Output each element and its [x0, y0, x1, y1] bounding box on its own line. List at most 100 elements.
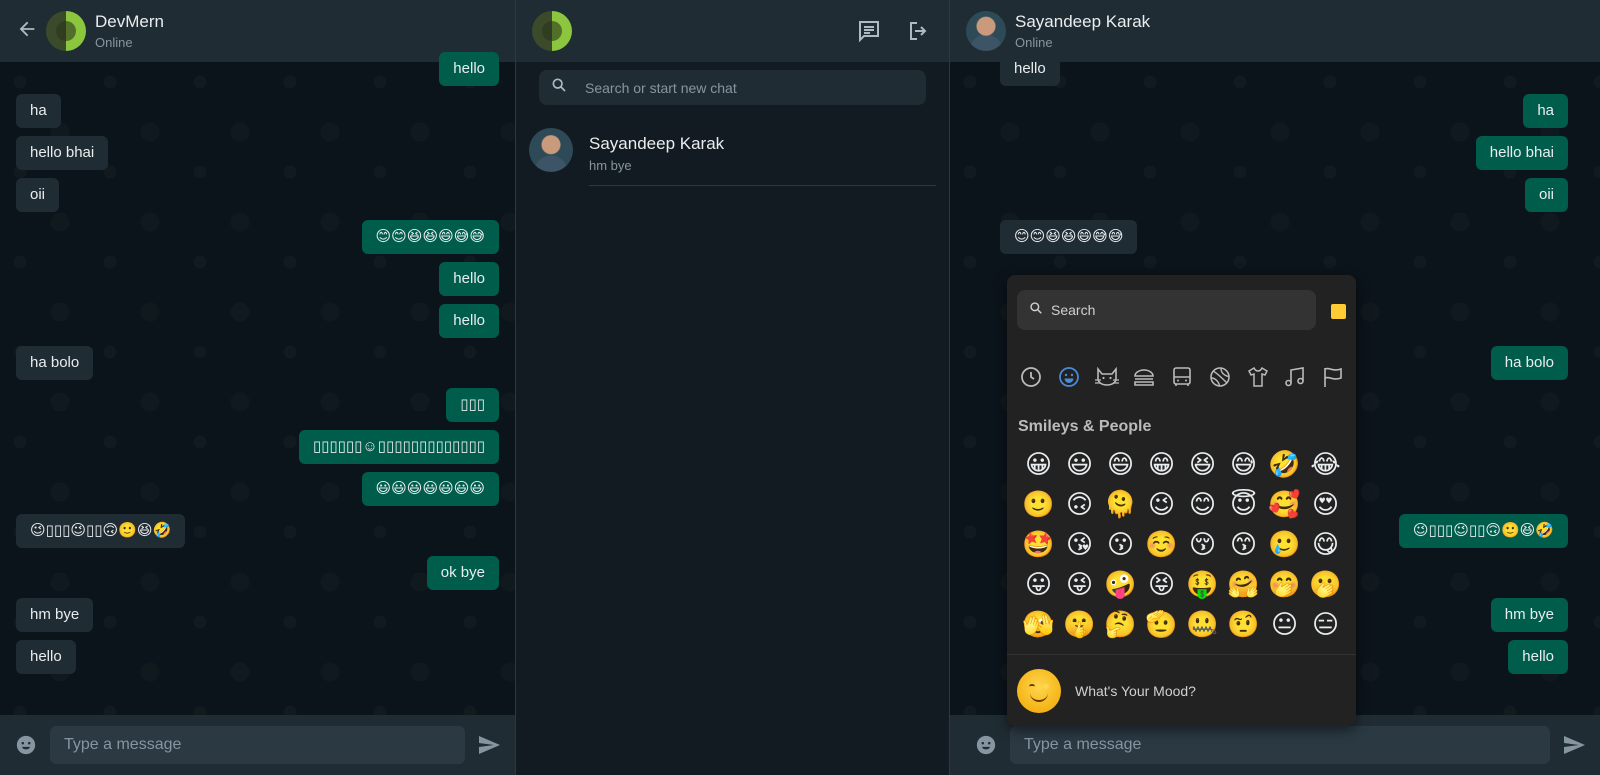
contact-list-item[interactable]: Sayandeep Karak hm bye [529, 124, 936, 186]
outgoing-message[interactable]: hello [439, 52, 499, 86]
outgoing-message[interactable]: ▯▯▯▯▯▯☺▯▯▯▯▯▯▯▯▯▯▯▯▯ [298, 430, 499, 464]
emoji-option[interactable]: 🤭 [1264, 565, 1305, 605]
message-row: hello bhai [1000, 136, 1568, 170]
message-input[interactable] [64, 736, 451, 754]
outgoing-message[interactable]: 😊😊😆😆😄😅😅 [361, 220, 499, 254]
emoji-option[interactable]: 🥲 [1264, 525, 1305, 565]
emoji-option[interactable]: 🤫 [1059, 605, 1100, 645]
bus-icon[interactable] [1168, 363, 1196, 391]
outgoing-message[interactable]: hello bhai [1475, 136, 1568, 170]
emoji-option[interactable]: 🤑 [1182, 565, 1223, 605]
emoji-option[interactable]: 😛 [1018, 565, 1059, 605]
message-input[interactable] [1024, 736, 1536, 754]
emoji-option[interactable]: ☺️ [1141, 525, 1182, 565]
outgoing-message[interactable]: oii [1524, 178, 1568, 212]
emoji-option[interactable]: 🤣 [1264, 445, 1305, 485]
emoji-option[interactable]: 🫣 [1018, 605, 1059, 645]
emoji-option[interactable]: 😐 [1264, 605, 1305, 645]
contact-status: Online [95, 35, 133, 50]
flag-icon[interactable] [1319, 363, 1347, 391]
back-arrow-icon[interactable] [14, 18, 40, 44]
emoji-option[interactable]: 😄 [1100, 445, 1141, 485]
incoming-message[interactable]: 😊😊😆😆😄😅😅 [1000, 220, 1138, 254]
emoji-option[interactable]: 🫠 [1100, 485, 1141, 525]
emoji-option[interactable]: 😍 [1305, 485, 1346, 525]
emoji-option[interactable]: 😚 [1182, 525, 1223, 565]
emoji-category-bar [1017, 363, 1347, 391]
ball-icon[interactable] [1206, 363, 1234, 391]
burger-icon[interactable] [1130, 363, 1158, 391]
search-icon [1029, 301, 1043, 320]
incoming-message[interactable]: 😉▯▯▯😉▯▯🙃🙂😆🤣 [16, 514, 186, 548]
outgoing-message[interactable]: hello [439, 304, 499, 338]
message-area[interactable]: hello ha hello bhai oii 😊😊😆😆😄😅😅 hello hello ha … [0, 52, 515, 715]
emoji-option[interactable]: 😑 [1305, 605, 1346, 645]
emoji-option[interactable]: 🤪 [1100, 565, 1141, 605]
emoji-option[interactable]: 😃 [1059, 445, 1100, 485]
shirt-icon[interactable] [1244, 363, 1272, 391]
outgoing-message[interactable]: ▯▯▯ [446, 388, 499, 422]
emoji-option[interactable]: 😀 [1018, 445, 1059, 485]
message-list: hello ha hello bhai oii 😊😊😆😆😄😅😅 hello hello ha … [16, 52, 499, 715]
emoji-section-title: Smileys & People [1018, 418, 1152, 435]
search-input[interactable] [585, 79, 914, 96]
emoji-option[interactable]: 😉 [1141, 485, 1182, 525]
logout-icon[interactable] [905, 17, 933, 45]
emoji-option[interactable]: 😙 [1223, 525, 1264, 565]
skin-tone-selector[interactable] [1331, 304, 1346, 319]
emoji-option[interactable]: 🤩 [1018, 525, 1059, 565]
emoji-option[interactable]: 😁 [1141, 445, 1182, 485]
outgoing-message[interactable]: 😉▯▯▯😉▯▯🙃🙂😆🤣 [1398, 514, 1568, 548]
profile-avatar[interactable] [532, 11, 572, 51]
emoji-option[interactable]: 😂 [1305, 445, 1346, 485]
chat-icon[interactable] [855, 17, 883, 45]
emoji-option[interactable]: 🤨 [1223, 605, 1264, 645]
incoming-message[interactable]: hm bye [16, 598, 94, 632]
emoji-option[interactable]: 😇 [1223, 485, 1264, 525]
incoming-message[interactable]: hello bhai [16, 136, 109, 170]
outgoing-message[interactable]: hello [1508, 640, 1568, 674]
outgoing-message[interactable]: ha [1523, 94, 1568, 128]
emoji-option[interactable]: 🙂 [1018, 485, 1059, 525]
avatar[interactable] [46, 11, 86, 51]
emoji-option[interactable]: 🙃 [1059, 485, 1100, 525]
outgoing-message[interactable]: 😃😃😃😃😃😃😃 [361, 472, 499, 506]
send-icon[interactable] [1560, 731, 1588, 759]
smiley-icon[interactable] [1055, 363, 1083, 391]
emoji-search[interactable]: Search [1017, 290, 1316, 330]
avatar[interactable] [966, 11, 1006, 51]
emoji-option[interactable]: 😊 [1182, 485, 1223, 525]
emoji-option[interactable]: 🤔 [1100, 605, 1141, 645]
outgoing-message[interactable]: ok bye [426, 556, 499, 590]
emoji-option[interactable]: 😝 [1141, 565, 1182, 605]
incoming-message[interactable]: hello [1000, 52, 1060, 86]
emoji-option[interactable]: 🤐 [1182, 605, 1223, 645]
emoji-option[interactable]: 😋 [1305, 525, 1346, 565]
emoji-option[interactable]: 😅 [1223, 445, 1264, 485]
incoming-message[interactable]: ha bolo [16, 346, 94, 380]
incoming-message[interactable]: oii [16, 178, 60, 212]
outgoing-message[interactable]: hm bye [1490, 598, 1568, 632]
contact-info[interactable]: Sayandeep Karak Online [1015, 12, 1150, 50]
emoji-option[interactable]: 😘 [1059, 525, 1100, 565]
incoming-message[interactable]: ha [16, 94, 61, 128]
message-row: ▯▯▯ [16, 388, 499, 422]
sidebar-header [516, 0, 949, 62]
emoji-option[interactable]: 🥰 [1264, 485, 1305, 525]
cat-icon[interactable] [1093, 363, 1121, 391]
emoji-option[interactable]: 🫡 [1141, 605, 1182, 645]
emoji-option[interactable]: 🫢 [1305, 565, 1346, 605]
music-icon[interactable] [1281, 363, 1309, 391]
emoji-option[interactable]: 😆 [1182, 445, 1223, 485]
outgoing-message[interactable]: ha bolo [1490, 346, 1568, 380]
contact-info[interactable]: DevMern Online [95, 12, 164, 50]
emoji-option[interactable]: 🤗 [1223, 565, 1264, 605]
emoji-icon[interactable] [972, 731, 1000, 759]
incoming-message[interactable]: hello [16, 640, 76, 674]
emoji-option[interactable]: 😗 [1100, 525, 1141, 565]
send-icon[interactable] [475, 731, 503, 759]
clock-icon[interactable] [1017, 363, 1045, 391]
emoji-icon[interactable] [12, 731, 40, 759]
outgoing-message[interactable]: hello [439, 262, 499, 296]
emoji-option[interactable]: 😜 [1059, 565, 1100, 605]
